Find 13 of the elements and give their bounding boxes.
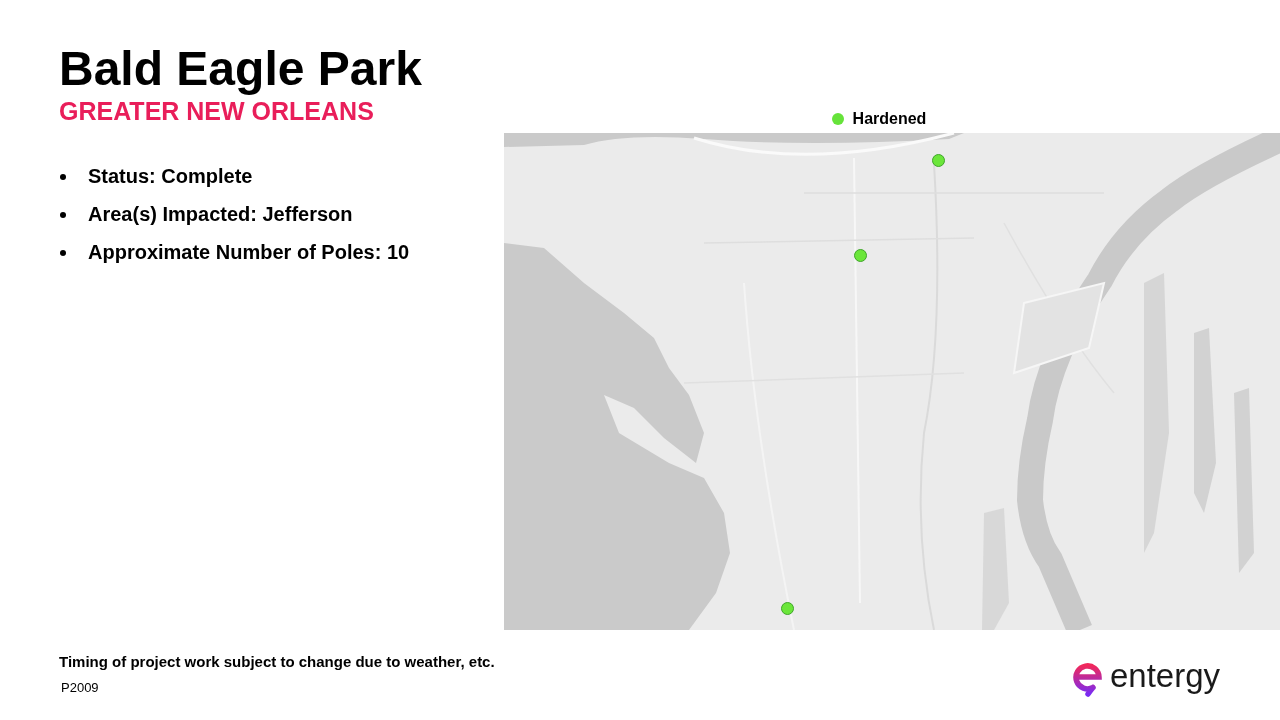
logo-icon (1072, 660, 1103, 697)
logo-wordmark: entergy (1109, 657, 1220, 694)
bullet-icon (60, 173, 66, 180)
disclaimer-note: Timing of project work subject to change due to weather, etc. (59, 653, 495, 671)
legend-label: Hardened (852, 109, 927, 128)
detail-text: Approximate Number of Poles: 10 (88, 241, 410, 264)
page-code: P2009 (61, 680, 99, 695)
region-subtitle: GREATER NEW ORLEANS (59, 96, 374, 126)
detail-text: Area(s) Impacted: Jefferson (88, 203, 353, 226)
slide-title: Bald Eagle Park (59, 41, 422, 96)
bullet-icon (60, 249, 66, 256)
bullet-icon (60, 211, 66, 218)
detail-text: Status: Complete (88, 165, 253, 188)
